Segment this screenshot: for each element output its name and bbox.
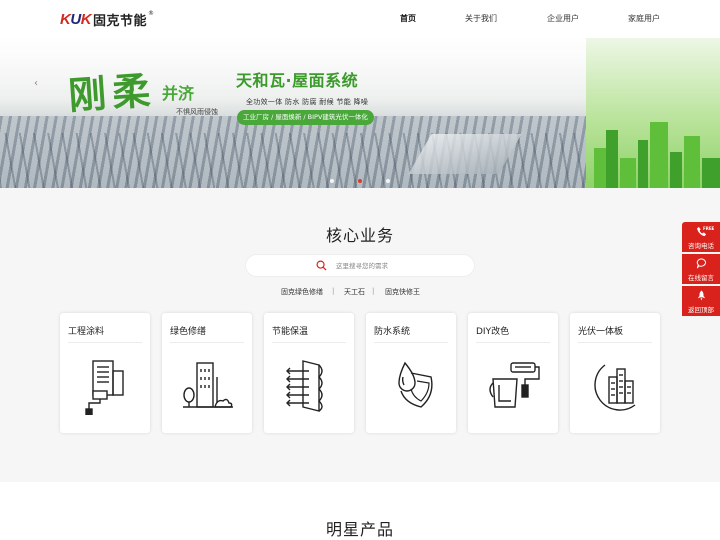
side-label: 咨询电话 (688, 242, 714, 250)
hot-link-quick-repair[interactable]: 固克快修王 (385, 287, 420, 297)
banner-features: 全功效一体 防水 防腐 耐候 节能 降噪 (246, 98, 369, 106)
card-green-repair[interactable]: 绿色修缮 (162, 313, 252, 433)
link-separator: | (372, 287, 375, 295)
city-building (606, 130, 618, 188)
hot-search-links: 固克绿色修缮 | 天工石 | 固克快修王 (0, 287, 720, 297)
banner-calligraphy: 刚柔 (66, 66, 158, 119)
card-divider (272, 342, 346, 343)
card-title: DIY改色 (476, 327, 510, 337)
card-title: 光伏一体板 (578, 327, 624, 337)
nav-enterprise[interactable]: 企业用户 (547, 13, 579, 24)
banner-subtext: 不惧风雨侵蚀 (176, 108, 218, 116)
slide-dot[interactable] (386, 179, 390, 183)
back-to-top-button[interactable]: 返回顶部 (682, 286, 720, 316)
insulation-wall-icon (286, 360, 323, 412)
banner-prev-arrow-icon[interactable]: ‹ (34, 78, 38, 89)
online-message-button[interactable]: 在线留言 (682, 254, 720, 284)
nav-about[interactable]: 关于我们 (465, 13, 497, 24)
city-building (702, 158, 720, 188)
rocket-icon (697, 290, 706, 301)
card-title: 绿色修缮 (170, 327, 207, 337)
card-title: 防水系统 (374, 327, 411, 337)
city-building (670, 152, 682, 188)
site-header: KUK 固克节能 ® 首页 关于我们 企业用户 家庭用户 (0, 0, 720, 38)
link-separator: | (332, 287, 335, 295)
core-business-title: 核心业务 (325, 226, 394, 245)
hero-banner[interactable]: 刚柔 并济 不惧风雨侵蚀 天和瓦·屋面系统 全功效一体 防水 防腐 耐候 节能 … (0, 38, 720, 188)
moon-city-icon (594, 364, 636, 411)
free-badge: FREE (703, 226, 715, 231)
waterdrop-shield-icon (398, 361, 433, 408)
paint-roller-bucket-icon (489, 362, 540, 408)
banner-city-illustration (586, 38, 720, 188)
banner-calligraphy-sub: 并济 (162, 84, 195, 103)
slide-dot[interactable] (330, 179, 334, 183)
main-nav: 首页 关于我们 企业用户 家庭用户 (0, 13, 720, 27)
nav-home[interactable]: 首页 (400, 13, 416, 24)
city-building (620, 158, 636, 188)
side-label: 在线留言 (688, 274, 714, 282)
card-divider (374, 342, 448, 343)
city-building (650, 122, 668, 188)
city-building (684, 136, 700, 188)
building-roller-icon (85, 360, 124, 415)
city-building (638, 140, 648, 188)
card-title: 工程涂料 (68, 327, 105, 337)
search-box[interactable] (245, 254, 475, 277)
card-divider (68, 342, 142, 343)
slide-dot-active[interactable] (358, 179, 362, 183)
chat-bubble-icon (696, 258, 706, 269)
card-divider (578, 342, 652, 343)
hot-link-green-repair[interactable]: 固克绿色修缮 (281, 287, 323, 297)
banner-title: 天和瓦·屋面系统 (236, 71, 359, 90)
side-label: 返回顶部 (688, 306, 714, 314)
consult-phone-button[interactable]: FREE 咨询电话 (682, 222, 720, 252)
nav-home-users[interactable]: 家庭用户 (628, 13, 660, 24)
search-input[interactable] (336, 259, 466, 273)
search-icon[interactable] (316, 260, 327, 271)
card-waterproof-system[interactable]: 防水系统 (366, 313, 456, 433)
card-title: 节能保温 (272, 327, 309, 337)
card-energy-insulation[interactable]: 节能保温 (264, 313, 354, 433)
card-engineering-coating[interactable]: 工程涂料 (60, 313, 150, 433)
tower-tree-icon (183, 362, 233, 408)
hot-link-tiangong-stone[interactable]: 天工石 (344, 287, 365, 297)
card-divider (476, 342, 550, 343)
card-divider (170, 342, 244, 343)
star-products-title: 明星产品 (325, 520, 394, 539)
card-pv-integrated-panel[interactable]: 光伏一体板 (570, 313, 660, 433)
card-diy-color[interactable]: DIY改色 (468, 313, 558, 433)
banner-tag-pill: 工业厂房 / 屋面焕新 / BIPV建筑光伏一体化 (237, 110, 374, 125)
